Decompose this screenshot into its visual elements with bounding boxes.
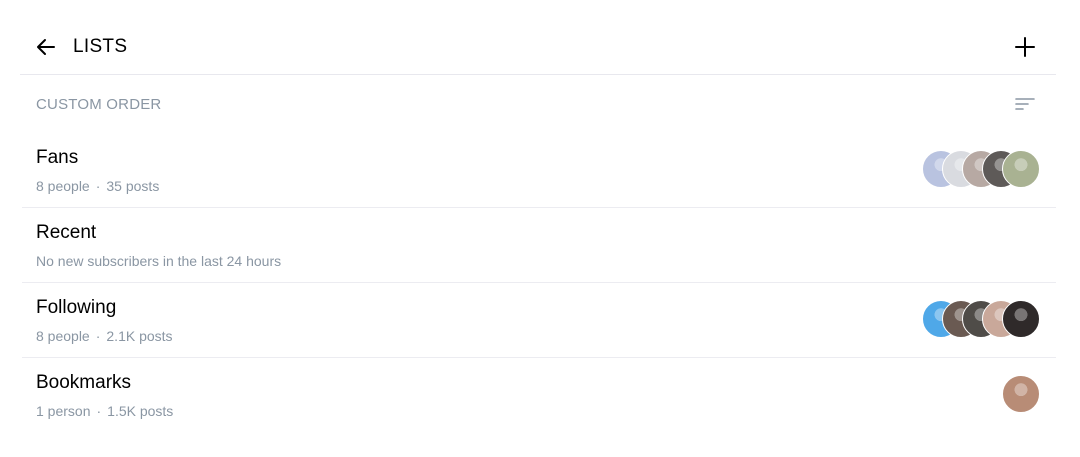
sort-button[interactable]: [1014, 93, 1036, 115]
avatar-stack: [922, 300, 1040, 340]
posts-count: 35 posts: [106, 178, 160, 194]
add-list-button[interactable]: [1012, 34, 1038, 60]
list-name: Following: [36, 297, 117, 318]
list-item-fans[interactable]: Fans 8 people · 35 posts: [22, 133, 1056, 208]
list-subtitle: No new subscribers in the last 24 hours: [36, 253, 282, 269]
list-meta: 1 person · 1.5K posts: [36, 403, 173, 419]
back-button[interactable]: [34, 34, 60, 60]
people-count: 8 people: [36, 328, 90, 344]
list-item-bookmarks[interactable]: Bookmarks 1 person · 1.5K posts: [22, 358, 1056, 432]
avatar: [1002, 375, 1040, 413]
separator-dot: ·: [95, 328, 101, 344]
list-item-following[interactable]: Following 8 people · 2.1K posts: [22, 283, 1056, 358]
posts-count: 1.5K posts: [107, 403, 174, 419]
list-meta: 8 people · 35 posts: [36, 178, 159, 194]
plus-icon: [1015, 37, 1035, 57]
top-bar: LISTS: [20, 0, 1056, 75]
page-title: LISTS: [73, 36, 128, 57]
sort-order-label: CUSTOM ORDER: [36, 96, 162, 113]
posts-count: 2.1K posts: [106, 328, 173, 344]
list-name: Bookmarks: [36, 372, 132, 393]
avatar-stack: [1002, 375, 1040, 415]
list-name: Recent: [36, 222, 97, 243]
list-name: Fans: [36, 147, 79, 168]
separator-dot: ·: [95, 178, 101, 194]
list-item-recent[interactable]: Recent No new subscribers in the last 24…: [22, 208, 1056, 283]
arrow-left-icon: [37, 39, 55, 55]
avatar: [1002, 300, 1040, 338]
people-count: 1 person: [36, 403, 91, 419]
people-count: 8 people: [36, 178, 90, 194]
lists-container: Fans 8 people · 35 posts Recent No new sub…: [22, 133, 1056, 432]
sort-bar: CUSTOM ORDER: [20, 75, 1056, 133]
sort-lines-icon: [1015, 98, 1035, 110]
separator-dot: ·: [96, 403, 102, 419]
avatar: [1002, 150, 1040, 188]
list-meta: 8 people · 2.1K posts: [36, 328, 173, 344]
avatar-stack: [922, 150, 1040, 190]
